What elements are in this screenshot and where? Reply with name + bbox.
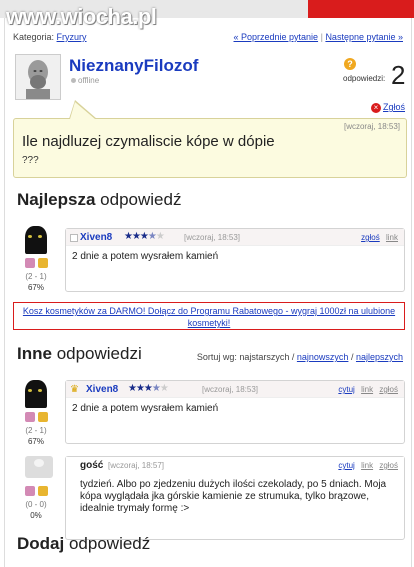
permalink[interactable]: link <box>361 385 373 394</box>
other-answers-heading: Inne odpowiedzi <box>17 344 142 364</box>
report-link[interactable]: zgłoś <box>379 461 398 470</box>
vote-score: (2 - 1) <box>25 426 47 435</box>
category-label: Kategoria: <box>13 32 55 42</box>
asker-status: offline <box>71 76 99 85</box>
promo-link[interactable]: Kosz kosmetyków za DARMO! Dołącz do Prog… <box>23 306 395 328</box>
question-time: [wczoraj, 18:53] <box>343 122 400 131</box>
question-body: ??? <box>22 155 39 166</box>
add-heading-bold: Dodaj <box>17 534 65 553</box>
answer-header: gość [wczoraj, 18:57] cytuj link zgłoś <box>66 457 404 473</box>
answers-label: odpowiedzi: <box>343 74 386 83</box>
avatar[interactable] <box>25 380 47 408</box>
answer-item: gość [wczoraj, 18:57] cytuj link zgłoś t… <box>65 456 405 540</box>
avatar[interactable] <box>15 54 61 100</box>
answer-text: 2 dnie a potem wysrałem kamień <box>72 251 219 262</box>
category-line: Kategoria: Fryzury <box>13 32 87 42</box>
best-vote-box: (2 - 1) 67% <box>16 258 56 292</box>
vote-percent: 67% <box>27 437 44 446</box>
close-icon: × <box>371 102 381 113</box>
answer-item: ♛ Xiven8 ★★★★★ [wczoraj, 18:53] cytuj li… <box>65 380 405 444</box>
thumb-up-icon[interactable] <box>24 258 35 268</box>
answer-author: gość <box>80 460 104 471</box>
permalink[interactable]: link <box>386 233 398 242</box>
next-question-link[interactable]: Następne pytanie » <box>325 32 403 42</box>
report-link[interactable]: zgłoś <box>361 233 380 242</box>
top-bar-red-tab[interactable] <box>308 0 414 18</box>
best-answer-heading: Najlepsza odpowiedź <box>17 190 181 210</box>
quote-link[interactable]: cytuj <box>338 385 354 394</box>
answer-header: ♛ Xiven8 ★★★★★ [wczoraj, 18:53] cytuj li… <box>66 381 404 398</box>
asker-box: NieznanyFilozof offline ? odpowiedzi: 2 <box>13 52 405 106</box>
status-text: offline <box>78 76 100 85</box>
answer-actions: cytuj link zgłoś <box>334 385 398 394</box>
sort-best-link[interactable]: najlepszych <box>356 352 403 362</box>
answer-text: tydzień. Albo po zjedzeniu dużych ilości… <box>80 479 387 514</box>
report-link[interactable]: zgłoś <box>379 385 398 394</box>
answer-author[interactable]: Xiven8 <box>86 384 118 395</box>
sort-bar: Sortuj wg: najstarszych / najnowszych / … <box>197 352 403 362</box>
watermark: www.wiocha.pl <box>6 4 157 29</box>
checkbox-icon <box>70 234 78 242</box>
crown-icon: ♛ <box>70 384 79 395</box>
question-nav: « Poprzednie pytanie | Następne pytanie … <box>234 32 404 42</box>
answer-actions: cytuj link zgłoś <box>334 461 398 470</box>
thumb-down-icon[interactable] <box>37 486 48 496</box>
report-link[interactable]: Zgłoś <box>383 102 405 112</box>
answer-text: 2 dnie a potem wysrałem kamień <box>72 403 219 414</box>
answer-time: [wczoraj, 18:53] <box>184 233 241 242</box>
vote-score: (0 - 0) <box>25 500 47 509</box>
answers-count: 2 <box>391 60 406 90</box>
prev-question-link[interactable]: « Poprzednie pytanie <box>234 32 319 42</box>
asker-username[interactable]: NieznanyFilozof <box>69 56 198 76</box>
question-title: Ile najdluzej czymaliscie kópe w dópie <box>22 133 275 150</box>
best-heading-rest: odpowiedź <box>100 190 182 209</box>
guest-avatar <box>25 456 53 478</box>
thumb-up-icon[interactable] <box>24 412 35 422</box>
question-mark-icon: ? <box>344 58 356 70</box>
sort-newest-link[interactable]: najnowszych <box>297 352 349 362</box>
answer-header: Xiven8 ★★★★★ [wczoraj, 18:53] zgłoś link <box>66 229 404 246</box>
vote-percent: 67% <box>27 283 44 292</box>
stars-on: ★★★ <box>128 383 153 394</box>
status-dot-icon <box>71 78 76 83</box>
question-bubble: [wczoraj, 18:53] Ile najdluzej czymalisc… <box>13 118 407 178</box>
sort-label: Sortuj wg: najstarszych / <box>196 352 295 362</box>
report-question[interactable]: × Zgłoś <box>371 102 405 113</box>
stars-off: ★ <box>159 383 169 394</box>
answer2-vote-box: (0 - 0) 0% <box>16 486 56 520</box>
philosopher-bust-icon <box>16 55 60 99</box>
rating-stars-icon: ★★★★★ <box>124 231 165 242</box>
category-link[interactable]: Fryzury <box>57 32 87 42</box>
answer-time: [wczoraj, 18:57] <box>108 461 165 470</box>
page-content: Kategoria: Fryzury « Poprzednie pytanie … <box>4 18 412 567</box>
permalink[interactable]: link <box>361 461 373 470</box>
bubble-tail-inner <box>70 102 95 119</box>
answer-author[interactable]: Xiven8 <box>80 232 112 243</box>
stars-half: ★ <box>151 383 161 394</box>
quote-link[interactable]: cytuj <box>338 461 354 470</box>
answer-time: [wczoraj, 18:53] <box>202 385 259 394</box>
vote-percent: 0% <box>30 511 42 520</box>
others-heading-rest: odpowiedzi <box>56 344 142 363</box>
stars-off: ★ <box>155 231 165 242</box>
add-answer-heading: Dodaj odpowiedź <box>17 534 150 554</box>
vote-score: (2 - 1) <box>25 272 47 281</box>
thumb-up-icon[interactable] <box>24 486 35 496</box>
avatar[interactable] <box>25 226 47 254</box>
others-heading-bold: Inne <box>17 344 52 363</box>
best-answer: Xiven8 ★★★★★ [wczoraj, 18:53] zgłoś link… <box>65 228 405 292</box>
sort-separator: / <box>350 352 354 362</box>
thumb-down-icon[interactable] <box>37 258 48 268</box>
add-heading-rest: odpowiedź <box>68 534 151 553</box>
best-heading-bold: Najlepsza <box>17 190 96 209</box>
rating-stars-icon: ★★★★★ <box>128 383 169 394</box>
stars-on: ★★★ <box>124 231 149 242</box>
thumb-down-icon[interactable] <box>37 412 48 422</box>
nav-separator: | <box>320 32 323 42</box>
stars-half: ★ <box>147 231 157 242</box>
promo-banner[interactable]: Kosz kosmetyków za DARMO! Dołącz do Prog… <box>13 302 405 330</box>
answer1-vote-box: (2 - 1) 67% <box>16 412 56 446</box>
answer-actions: zgłoś link <box>357 233 398 242</box>
